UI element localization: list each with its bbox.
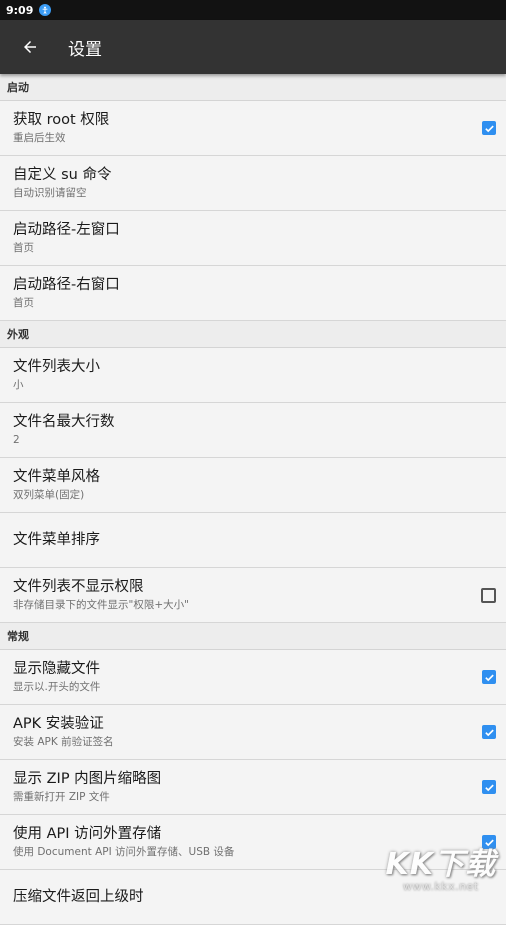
show-hidden-files-checkbox[interactable] (482, 670, 496, 684)
setting-title: 显示 ZIP 内图片缩略图 (13, 770, 162, 787)
setting-start-path-left[interactable]: 启动路径-左窗口 首页 (0, 211, 506, 266)
setting-subtitle: 需重新打开 ZIP 文件 (13, 790, 110, 803)
zip-thumbnails-checkbox[interactable] (482, 780, 496, 794)
status-bar: 9:09 (0, 0, 506, 20)
section-header-general: 常规 (0, 623, 506, 650)
arrow-back-icon (24, 41, 36, 53)
setting-zip-back-behavior[interactable]: 压缩文件返回上级时 (0, 870, 506, 925)
checkmark-icon (484, 839, 494, 846)
setting-subtitle: 首页 (13, 296, 34, 309)
checkmark-icon (484, 784, 494, 791)
setting-api-external-storage[interactable]: 使用 API 访问外置存储 使用 Document API 访问外置存储、USB… (0, 815, 506, 870)
setting-title: APK 安装验证 (13, 715, 104, 732)
setting-subtitle: 显示以.开头的文件 (13, 680, 101, 693)
setting-subtitle: 首页 (13, 241, 34, 254)
checkmark-icon (484, 125, 494, 132)
setting-title: 文件列表大小 (13, 358, 100, 375)
setting-show-hidden-files[interactable]: 显示隐藏文件 显示以.开头的文件 (0, 650, 506, 705)
section-header-appearance: 外观 (0, 321, 506, 348)
setting-filename-max-lines[interactable]: 文件名最大行数 2 (0, 403, 506, 458)
setting-title: 获取 root 权限 (13, 111, 110, 128)
setting-title: 启动路径-左窗口 (13, 221, 120, 238)
setting-subtitle: 2 (13, 433, 20, 446)
setting-title: 显示隐藏文件 (13, 660, 100, 677)
setting-title: 文件菜单风格 (13, 468, 100, 485)
setting-title: 文件名最大行数 (13, 413, 115, 430)
section-header-startup: 启动 (0, 74, 506, 101)
setting-subtitle: 安装 APK 前验证签名 (13, 735, 114, 748)
setting-hide-permissions[interactable]: 文件列表不显示权限 非存储目录下的文件显示"权限+大小" (0, 568, 506, 623)
setting-title: 压缩文件返回上级时 (13, 888, 144, 905)
checkmark-icon (484, 674, 494, 681)
setting-subtitle: 非存储目录下的文件显示"权限+大小" (13, 598, 189, 611)
app-toolbar: 设置 (0, 20, 506, 74)
setting-title: 使用 API 访问外置存储 (13, 825, 162, 842)
setting-root-permission[interactable]: 获取 root 权限 重启后生效 (0, 101, 506, 156)
setting-title: 启动路径-右窗口 (13, 276, 120, 293)
setting-file-menu-style[interactable]: 文件菜单风格 双列菜单(固定) (0, 458, 506, 513)
setting-zip-thumbnails[interactable]: 显示 ZIP 内图片缩略图 需重新打开 ZIP 文件 (0, 760, 506, 815)
back-button[interactable] (0, 20, 60, 74)
api-external-storage-checkbox[interactable] (482, 835, 496, 849)
status-time: 9:09 (6, 3, 34, 17)
setting-file-list-size[interactable]: 文件列表大小 小 (0, 348, 506, 403)
setting-subtitle: 自动识别请留空 (13, 186, 87, 199)
hide-permissions-checkbox[interactable] (481, 587, 496, 603)
setting-title: 自定义 su 命令 (13, 166, 112, 183)
setting-file-menu-order[interactable]: 文件菜单排序 (0, 513, 506, 568)
setting-title: 文件菜单排序 (13, 531, 100, 548)
setting-start-path-right[interactable]: 启动路径-右窗口 首页 (0, 266, 506, 321)
setting-subtitle: 双列菜单(固定) (13, 488, 85, 501)
setting-subtitle: 使用 Document API 访问外置存储、USB 设备 (13, 845, 235, 858)
setting-subtitle: 重启后生效 (13, 131, 66, 144)
setting-apk-verify[interactable]: APK 安装验证 安装 APK 前验证签名 (0, 705, 506, 760)
settings-list[interactable]: 启动 获取 root 权限 重启后生效 自定义 su 命令 自动识别请留空 启动… (0, 74, 506, 925)
page-title: 设置 (68, 39, 102, 60)
setting-custom-su[interactable]: 自定义 su 命令 自动识别请留空 (0, 156, 506, 211)
root-permission-checkbox[interactable] (482, 121, 496, 135)
setting-title: 文件列表不显示权限 (13, 578, 144, 595)
setting-subtitle: 小 (13, 378, 24, 391)
accessibility-icon (39, 4, 52, 16)
checkmark-icon (484, 729, 494, 736)
apk-verify-checkbox[interactable] (482, 725, 496, 739)
